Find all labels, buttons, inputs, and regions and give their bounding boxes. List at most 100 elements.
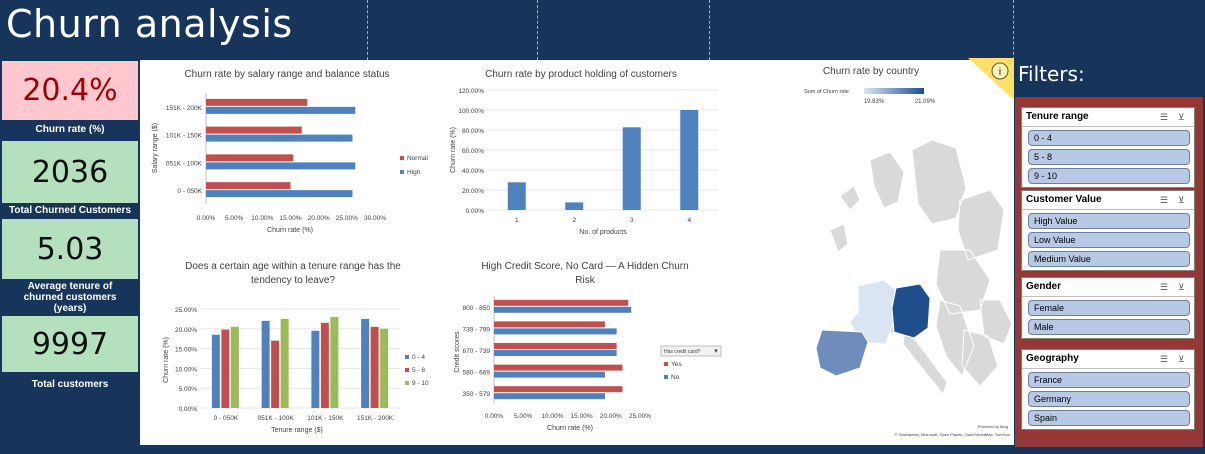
legend-swatch bbox=[405, 368, 409, 372]
bar bbox=[230, 326, 239, 408]
tick-label: 800 - 850 bbox=[463, 305, 491, 312]
clear-filter-icon[interactable]: ⊻ bbox=[1178, 282, 1185, 293]
tick-label: 0 - 050K bbox=[177, 188, 202, 195]
multi-select-icon[interactable]: ☰ bbox=[1160, 354, 1168, 365]
slicer-gender: Gender ☰ ⊻ Female Male bbox=[1021, 277, 1195, 339]
legend-label: No bbox=[671, 374, 680, 381]
tick-label: 15.00% bbox=[571, 413, 593, 420]
chart-title: Risk bbox=[575, 275, 595, 286]
tick-label: 5.00% bbox=[179, 386, 198, 393]
tick-label: 0.00% bbox=[179, 406, 198, 413]
tick-label: 15.00% bbox=[175, 347, 197, 354]
bar bbox=[206, 190, 353, 198]
bar bbox=[565, 202, 584, 210]
slicer-item[interactable]: Low Value bbox=[1028, 232, 1190, 248]
tick-label: 350 - 579 bbox=[463, 391, 491, 398]
multi-select-icon[interactable]: ☰ bbox=[1160, 282, 1168, 293]
tick-label: 25.00% bbox=[629, 413, 651, 420]
legend-min: 19.83% bbox=[864, 99, 885, 105]
svg-text:i: i bbox=[999, 66, 1001, 78]
tick-label: 5.00% bbox=[514, 413, 533, 420]
slicer-geography: Geography ☰ ⊻ France Germany Spain bbox=[1021, 349, 1195, 430]
slicer-item[interactable]: Medium Value bbox=[1028, 251, 1190, 267]
tick-label: 151K - 200K bbox=[166, 105, 203, 112]
bar bbox=[280, 318, 289, 408]
bar bbox=[494, 386, 623, 393]
bar bbox=[271, 340, 280, 408]
tick-label: 0 - 050K bbox=[214, 415, 239, 422]
tick-label: 739 - 799 bbox=[463, 326, 491, 333]
axis-label: Salary range ($) bbox=[152, 123, 159, 173]
bar bbox=[206, 182, 291, 190]
slicer-item[interactable]: 9 - 10 bbox=[1028, 168, 1190, 184]
legend-swatch bbox=[405, 355, 409, 359]
multi-select-icon[interactable]: ☰ bbox=[1160, 112, 1168, 123]
slicer-header: Tenure range ☰ ⊻ bbox=[1022, 108, 1194, 127]
legend-label: 5 - 8 bbox=[412, 367, 425, 374]
tick-label: 101K - 150K bbox=[307, 415, 344, 422]
axis-label: Churn rate (%) bbox=[450, 127, 457, 173]
clear-filter-icon[interactable]: ⊻ bbox=[1178, 195, 1185, 206]
bar bbox=[494, 364, 623, 371]
tick-label: 0.00% bbox=[485, 413, 504, 420]
slicer-tenure-range: Tenure range ☰ ⊻ 0 - 4 5 - 8 9 - 10 bbox=[1021, 107, 1195, 188]
legend-swatch bbox=[664, 362, 668, 366]
slicer-item[interactable]: 0 - 4 bbox=[1028, 130, 1190, 146]
bar bbox=[206, 154, 294, 162]
legend-label: 9 - 10 bbox=[412, 380, 429, 387]
slicer-item[interactable]: Germany bbox=[1028, 391, 1190, 407]
tick-label: 10.00% bbox=[251, 215, 273, 222]
multi-select-icon[interactable]: ☰ bbox=[1160, 195, 1168, 206]
bar bbox=[206, 98, 308, 106]
map-region-germany bbox=[891, 283, 931, 339]
chart-title: Churn rate by salary range and balance s… bbox=[184, 69, 389, 80]
slicer-item[interactable]: Female bbox=[1028, 300, 1190, 316]
slicer-title: Tenure range bbox=[1026, 111, 1089, 122]
slicer-item[interactable]: 5 - 8 bbox=[1028, 149, 1190, 165]
tick-label: 10.00% bbox=[175, 366, 197, 373]
slicer-item[interactable]: Spain bbox=[1028, 410, 1190, 426]
tick-label: 2 bbox=[572, 217, 576, 224]
map-credit: © GeoNames, Microsoft, Open Places, Open… bbox=[894, 432, 1010, 437]
chart-title: High Credit Score, No Card — A Hidden Ch… bbox=[481, 261, 688, 272]
tick-label: 101K - 150K bbox=[166, 133, 203, 140]
bar bbox=[494, 393, 605, 400]
slicer-item[interactable]: High Value bbox=[1028, 213, 1190, 229]
tick-label: 5.00% bbox=[225, 215, 244, 222]
bar bbox=[494, 299, 629, 306]
bar bbox=[507, 182, 526, 210]
bar bbox=[311, 330, 320, 408]
tick-label: 30.00% bbox=[364, 215, 386, 222]
axis-label: Credit scores bbox=[454, 331, 461, 373]
bar bbox=[380, 328, 389, 408]
clear-filter-icon[interactable]: ⊻ bbox=[1178, 112, 1185, 123]
europe-map bbox=[815, 139, 1013, 396]
tick-label: 580 - 669 bbox=[463, 370, 491, 377]
slicer-header: Customer Value ☰ ⊻ bbox=[1022, 191, 1194, 210]
slicer-item[interactable]: France bbox=[1028, 372, 1190, 388]
filters-title: Filters: bbox=[1018, 62, 1085, 86]
clear-filter-icon[interactable]: ⊻ bbox=[1178, 354, 1185, 365]
slicer-item[interactable]: Male bbox=[1028, 319, 1190, 335]
slicer-header: Gender ☰ ⊻ bbox=[1022, 278, 1194, 297]
bar bbox=[330, 316, 339, 408]
axis-label: Tenure range ($) bbox=[271, 427, 323, 434]
info-icon[interactable]: i bbox=[968, 58, 1014, 102]
tick-label: 100.00% bbox=[458, 108, 484, 115]
tick-label: 051K - 100K bbox=[258, 415, 295, 422]
bar bbox=[622, 127, 641, 210]
tick-label: 051K - 100K bbox=[166, 160, 203, 167]
tick-label: 0.00% bbox=[197, 215, 216, 222]
bar bbox=[206, 134, 353, 142]
bar bbox=[221, 329, 230, 408]
bar bbox=[361, 318, 370, 408]
legend-gradient bbox=[864, 88, 924, 94]
axis-label: Churn rate (%) bbox=[547, 425, 593, 432]
tick-label: 20.00% bbox=[600, 413, 622, 420]
bar bbox=[211, 334, 220, 408]
bar bbox=[370, 326, 379, 408]
slicer-customer-value: Customer Value ☰ ⊻ High Value Low Value Mediu… bbox=[1021, 190, 1195, 271]
axis-label: Churn rate (%) bbox=[267, 227, 313, 234]
chart-title: tendency to leave? bbox=[251, 275, 335, 286]
tick-label: 0.00% bbox=[466, 208, 485, 215]
